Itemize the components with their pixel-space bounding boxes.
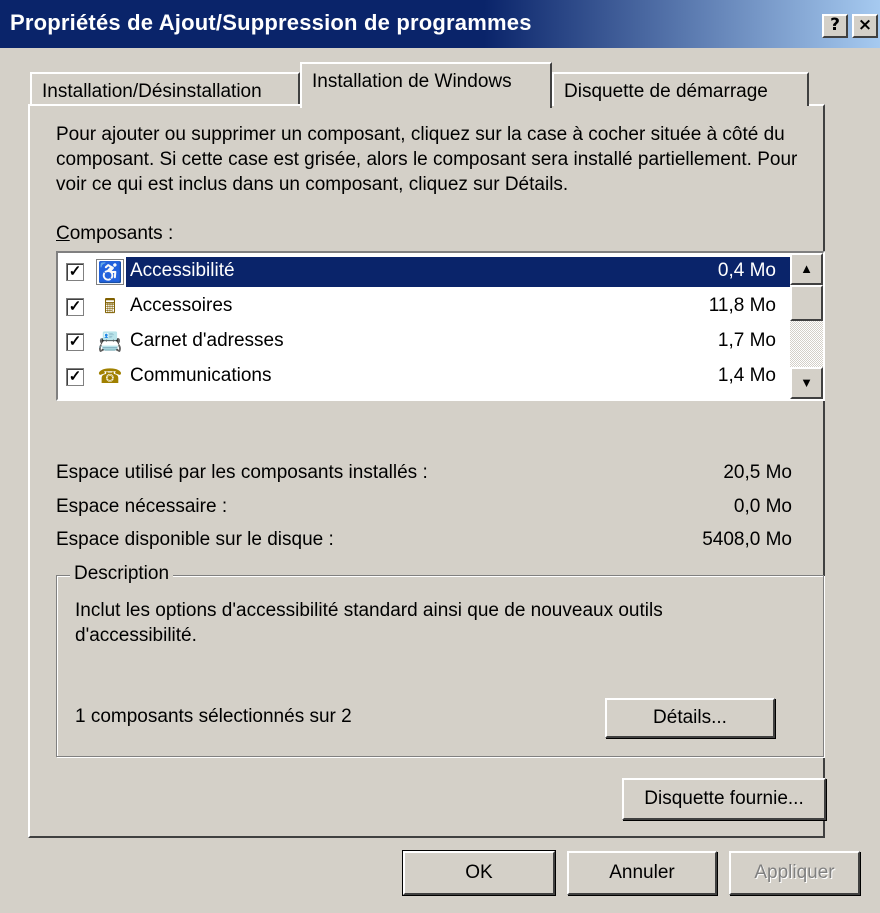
selection-count: 1 composants sélectionnés sur 2 xyxy=(75,706,352,727)
space-used-label: Espace utilisé par les composants instal… xyxy=(56,462,428,483)
tab-label: Installation de Windows xyxy=(312,71,512,92)
tab-windows-setup[interactable]: Installation de Windows xyxy=(300,62,552,108)
close-icon: × xyxy=(857,15,873,35)
tab-label: Installation/Désinstallation xyxy=(42,81,262,102)
communications-icon: ☎ xyxy=(97,366,123,388)
address-book-icon: 📇 xyxy=(97,331,123,353)
apply-button[interactable]: Appliquer xyxy=(729,851,860,895)
tab-label: Disquette de démarrage xyxy=(564,81,768,102)
close-button[interactable]: × xyxy=(852,14,878,38)
component-name: Accessibilité xyxy=(130,260,235,281)
components-label-accel: C xyxy=(56,223,70,244)
component-name: Carnet d'adresses xyxy=(130,330,284,351)
scroll-thumb[interactable] xyxy=(790,285,823,321)
component-name: Communications xyxy=(130,365,272,386)
list-item[interactable]: ✓ ☎ Communications 1,4 Mo xyxy=(60,360,790,394)
scroll-down-button[interactable]: ▼ xyxy=(790,367,823,399)
description-text: Inclut les options d'accessibilité stand… xyxy=(75,600,663,646)
help-icon: ? xyxy=(830,15,840,35)
list-item[interactable]: ✓ 🖩 Accessoires 11,8 Mo xyxy=(60,290,790,324)
space-needed-label: Espace nécessaire : xyxy=(56,496,228,517)
component-size: 1,7 Mo xyxy=(717,330,776,351)
instructions-text: Pour ajouter ou supprimer un composant, … xyxy=(56,124,798,195)
check-icon: ✓ xyxy=(68,368,82,385)
component-size: 0,4 Mo xyxy=(717,260,776,281)
components-list[interactable]: ✓ ♿ Accessibilité 0,4 Mo ✓ 🖩 Accessoires… xyxy=(56,251,825,401)
description-group-title: Description xyxy=(70,563,174,585)
check-icon: ✓ xyxy=(68,298,82,315)
ok-button[interactable]: OK xyxy=(403,851,555,895)
list-item[interactable]: ✓ ♿ Accessibilité 0,4 Mo xyxy=(60,255,790,289)
list-scrollbar[interactable]: ▲ ▼ xyxy=(790,253,823,399)
scroll-up-button[interactable]: ▲ xyxy=(790,253,823,285)
component-size: 1,4 Mo xyxy=(717,365,776,386)
tab-install-uninstall[interactable]: Installation/Désinstallation xyxy=(30,72,300,106)
space-available-line: Espace disponible sur le disque : 5408,0… xyxy=(56,529,792,551)
component-size: 11,8 Mo xyxy=(708,295,776,316)
space-needed-value: 0,0 Mo xyxy=(733,496,792,517)
space-used-line: Espace utilisé par les composants instal… xyxy=(56,462,792,484)
accessibility-icon: ♿ xyxy=(96,259,124,285)
title-bar[interactable]: Propriétés de Ajout/Suppression de progr… xyxy=(0,0,880,48)
accessories-icon: 🖩 xyxy=(104,296,116,318)
component-checkbox[interactable]: ✓ xyxy=(66,263,84,281)
space-needed-line: Espace nécessaire : 0,0 Mo xyxy=(56,496,792,518)
components-label: Composants : xyxy=(56,223,173,245)
space-available-value: 5408,0 Mo xyxy=(702,529,792,550)
component-checkbox[interactable]: ✓ xyxy=(66,333,84,351)
window-title: Propriétés de Ajout/Suppression de progr… xyxy=(10,10,532,35)
help-button[interactable]: ? xyxy=(822,14,848,38)
space-used-value: 20,5 Mo xyxy=(723,462,792,483)
disk-provided-button[interactable]: Disquette fournie... xyxy=(622,778,826,820)
component-name: Accessoires xyxy=(130,295,233,316)
arrow-down-icon: ▼ xyxy=(800,375,813,390)
component-checkbox[interactable]: ✓ xyxy=(66,368,84,386)
arrow-up-icon: ▲ xyxy=(800,261,813,276)
components-label-text: omposants : xyxy=(69,223,174,244)
list-item[interactable]: ✓ 📇 Carnet d'adresses 1,7 Mo xyxy=(60,325,790,359)
check-icon: ✓ xyxy=(68,333,82,350)
check-icon: ✓ xyxy=(68,263,82,280)
cancel-button[interactable]: Annuler xyxy=(567,851,717,895)
tab-startup-disk[interactable]: Disquette de démarrage xyxy=(552,72,809,106)
space-available-label: Espace disponible sur le disque : xyxy=(56,529,334,550)
details-button[interactable]: Détails... xyxy=(605,698,775,738)
component-checkbox[interactable]: ✓ xyxy=(66,298,84,316)
